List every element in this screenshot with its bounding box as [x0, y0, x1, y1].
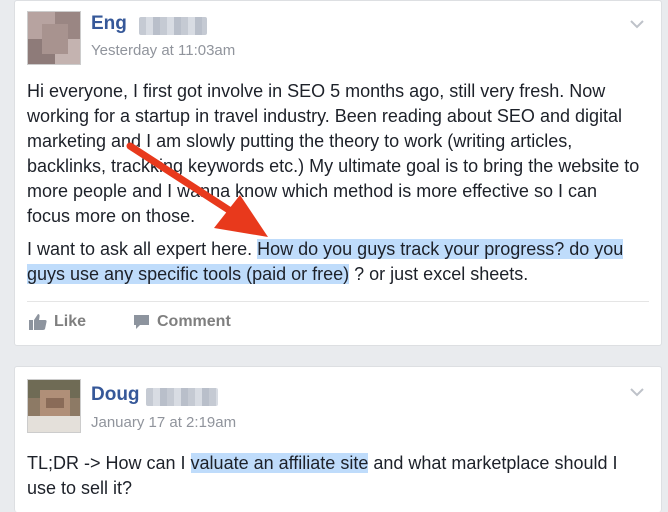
post-body-paragraph: Hi everyone, I first got involve in SEO …	[27, 81, 640, 226]
highlighted-phrase: valuate an affiliate site	[190, 453, 369, 473]
question-intro: I want to ask all expert here.	[27, 239, 258, 259]
comment-icon	[134, 315, 149, 329]
post-card: Eng Yesterday at 11:03am Hi everyone, I …	[14, 0, 662, 346]
post-timestamp[interactable]: January 17 at 2:19am	[91, 414, 236, 431]
question-tail: ? or just excel sheets.	[349, 264, 529, 284]
post-timestamp[interactable]: Yesterday at 11:03am	[91, 42, 235, 59]
avatar[interactable]	[27, 11, 81, 65]
post-card: Doug January 17 at 2:19am TL;DR -> How c…	[14, 366, 662, 512]
author-name-blurred	[139, 17, 207, 35]
like-label: Like	[54, 313, 87, 330]
author-name[interactable]: Doug	[91, 384, 140, 406]
author-name[interactable]: Eng	[91, 13, 127, 35]
like-button[interactable]: Like	[29, 313, 86, 331]
avatar[interactable]	[27, 379, 81, 433]
chevron-down-icon[interactable]	[629, 384, 645, 400]
comment-label: Comment	[157, 313, 231, 330]
divider	[27, 301, 649, 302]
author-name-blurred	[146, 388, 218, 406]
chevron-down-icon[interactable]	[629, 16, 645, 32]
thumbs-up-icon	[29, 314, 47, 330]
body-intro: TL;DR -> How can I	[27, 453, 191, 473]
post-body-question: I want to ask all expert here. How do yo…	[27, 237, 643, 287]
comment-button[interactable]: Comment	[133, 313, 231, 331]
post-body: TL;DR -> How can I valuate an affiliate …	[27, 451, 643, 501]
